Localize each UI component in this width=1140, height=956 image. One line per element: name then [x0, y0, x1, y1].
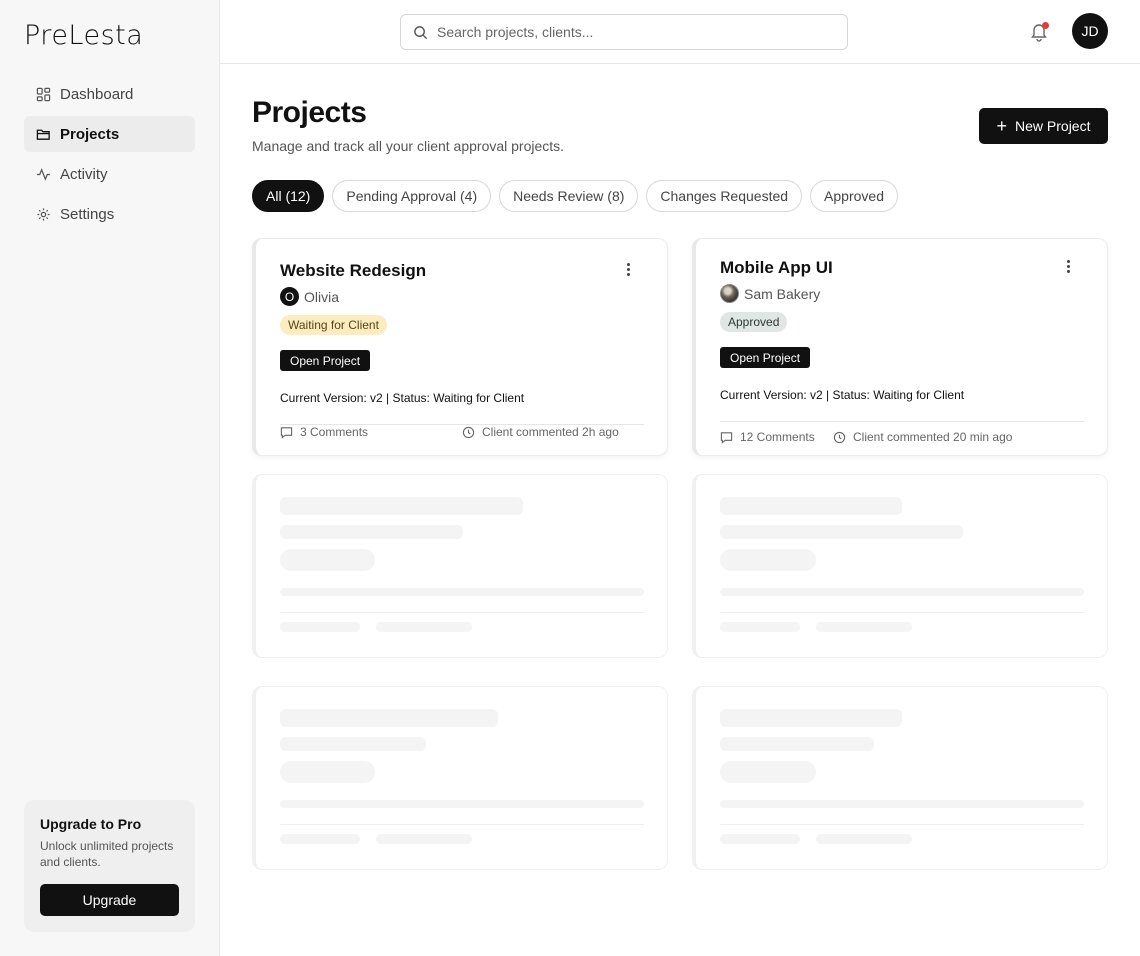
clock-icon — [833, 431, 846, 443]
version-status: Current Version: v2 | Status: Waiting fo… — [280, 391, 525, 405]
sidebar-item-label: Dashboard — [60, 85, 134, 103]
grid-icon — [36, 87, 51, 101]
filter-approved[interactable]: Approved — [810, 180, 898, 212]
gear-icon — [37, 207, 50, 221]
upgrade-card: Upgrade to Pro Unlock unlimited projects… — [24, 800, 195, 932]
last-activity: Client commented 20 min ago — [833, 430, 1012, 444]
client-name: Sam Bakery — [744, 285, 821, 302]
project-title: Mobile App UI — [720, 258, 833, 277]
client-avatar: O — [280, 287, 299, 306]
upgrade-text: Unlock unlimited projects and clients. — [40, 839, 174, 869]
status-badge: Approved — [720, 312, 788, 332]
search-input[interactable] — [437, 24, 817, 40]
sidebar-item-dashboard[interactable]: Dashboard — [24, 76, 195, 112]
skeleton-card — [692, 686, 1108, 870]
search-box[interactable] — [400, 14, 848, 50]
filter-all[interactable]: All (12) — [252, 180, 325, 212]
sidebar: PreLesta Dashboard Projects Activity Set… — [0, 0, 220, 956]
filter-needs-review[interactable]: Needs Review (8) — [499, 180, 639, 212]
version-status: Current Version: v2 | Status: Waiting fo… — [720, 388, 965, 402]
last-activity-label: Client commented 20 min ago — [853, 430, 1013, 444]
skeleton-card — [692, 474, 1108, 658]
new-project-button[interactable]: + New Project — [979, 108, 1108, 144]
upgrade-button[interactable]: Upgrade — [40, 884, 179, 916]
notifications-button[interactable] — [1028, 20, 1050, 42]
comments-count[interactable]: 3 Comments — [280, 425, 368, 439]
comment-icon — [720, 431, 733, 444]
clock-icon — [462, 426, 475, 438]
page-title: Projects — [252, 96, 367, 129]
open-project-button[interactable]: Open Project — [720, 347, 811, 368]
plus-icon: + — [996, 116, 1008, 136]
project-card-mobile-app-ui[interactable]: Mobile App UI Sam Bakery Approved Open P… — [692, 238, 1108, 456]
more-options-icon[interactable] — [1067, 260, 1071, 275]
top-header: JD — [220, 0, 1140, 64]
sidebar-item-label: Activity — [60, 165, 108, 183]
search-icon — [414, 25, 428, 39]
more-options-icon[interactable] — [627, 263, 631, 278]
status-badge: Waiting for Client — [280, 315, 387, 335]
project-card-website-redesign[interactable]: Website Redesign O Olivia Waiting for Cl… — [252, 238, 668, 456]
open-project-button[interactable]: Open Project — [280, 350, 371, 371]
sidebar-item-label: Settings — [60, 205, 115, 223]
sidebar-item-settings[interactable]: Settings — [24, 196, 195, 232]
upgrade-title: Upgrade to Pro — [40, 816, 142, 832]
card-divider — [720, 421, 1084, 422]
notification-dot — [1042, 22, 1049, 29]
sidebar-item-projects[interactable]: Projects — [24, 116, 195, 152]
project-client: O Olivia — [280, 287, 339, 306]
last-activity-label: Client commented 2h ago — [482, 425, 619, 439]
comment-icon — [280, 426, 293, 439]
app-logo[interactable]: PreLesta — [24, 20, 143, 51]
comments-label: 3 Comments — [300, 425, 369, 439]
client-name: Olivia — [304, 288, 340, 305]
sidebar-item-label: Projects — [60, 125, 120, 143]
new-project-label: New Project — [1015, 118, 1091, 134]
filter-tabs: All (12) Pending Approval (4) Needs Revi… — [252, 180, 898, 212]
comments-count[interactable]: 12 Comments — [720, 430, 815, 444]
activity-icon — [36, 167, 51, 181]
filter-pending-approval[interactable]: Pending Approval (4) — [332, 180, 492, 212]
user-avatar[interactable]: JD — [1072, 13, 1108, 49]
skeleton-card — [252, 686, 668, 870]
client-avatar — [720, 284, 739, 303]
page-subtitle: Manage and track all your client approva… — [252, 138, 565, 154]
folder-icon — [36, 129, 50, 140]
sidebar-nav: Dashboard Projects Activity Settings — [24, 76, 195, 236]
sidebar-item-activity[interactable]: Activity — [24, 156, 195, 192]
project-title: Website Redesign — [280, 261, 427, 280]
skeleton-card — [252, 474, 668, 658]
project-client: Sam Bakery — [720, 284, 820, 303]
comments-label: 12 Comments — [740, 430, 815, 444]
last-activity: Client commented 2h ago — [462, 425, 619, 439]
filter-changes-requested[interactable]: Changes Requested — [646, 180, 803, 212]
